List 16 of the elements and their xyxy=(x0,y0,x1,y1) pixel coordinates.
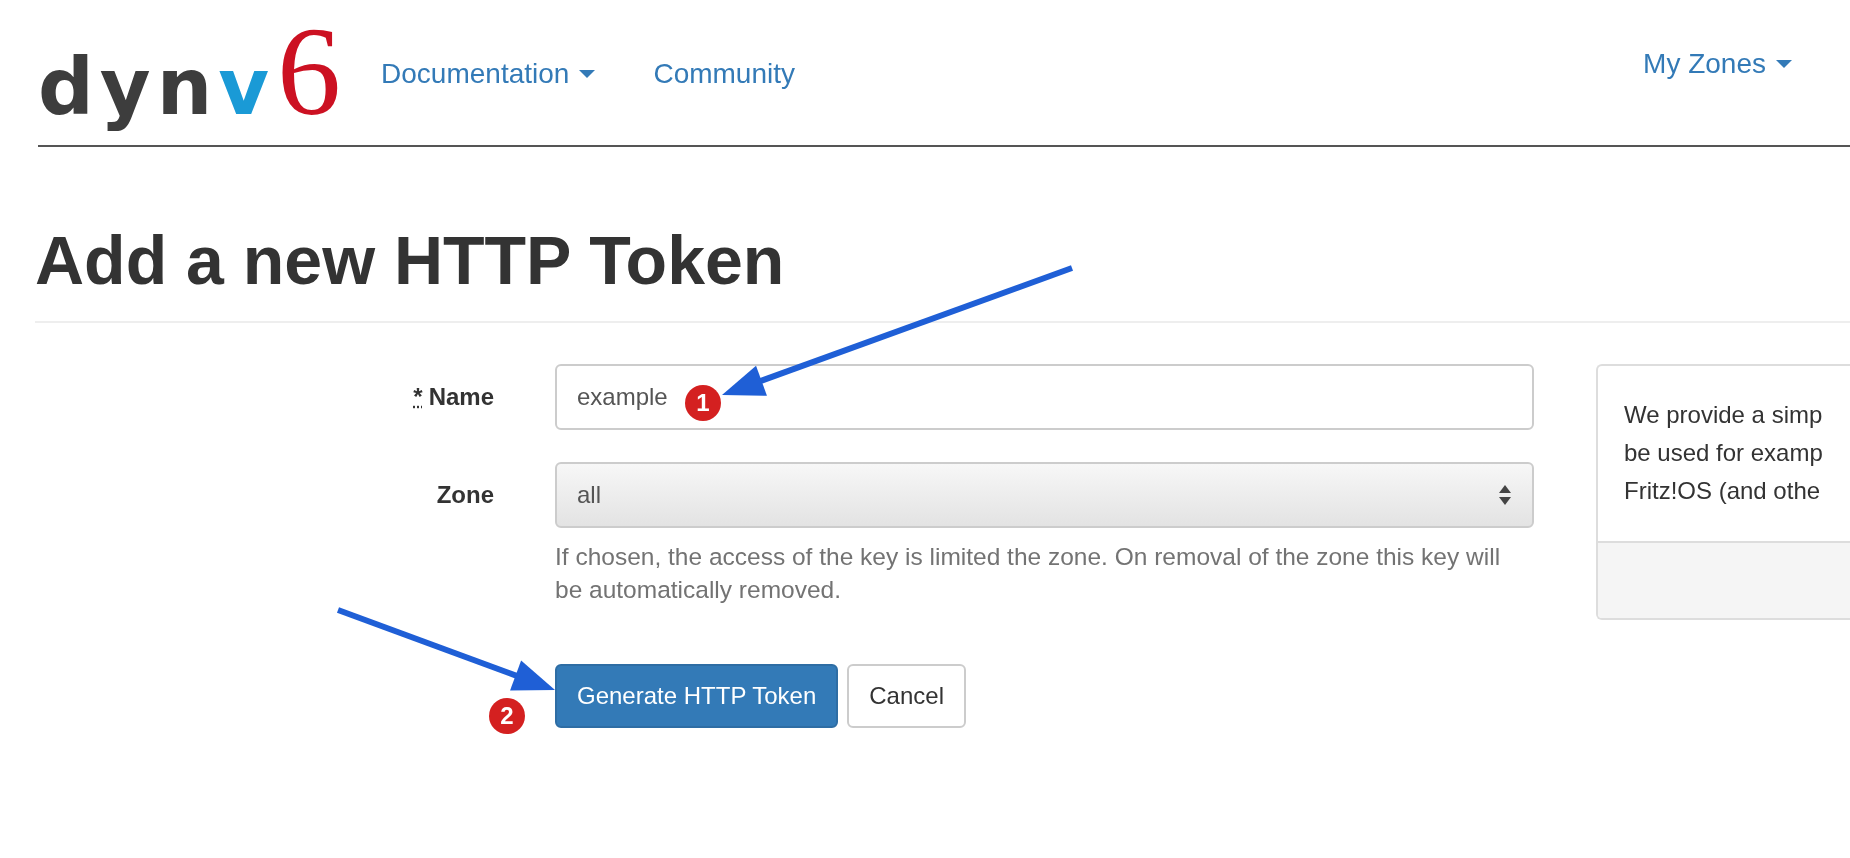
help-text: If chosen, the access of the key is limited the zone. On removal of the zone this key will be automatically removed. xyxy=(555,541,1502,605)
panel-text: Fritz!OS (and othe xyxy=(1624,475,1822,506)
generate-button[interactable]: Generate HTTP Token xyxy=(555,663,839,728)
field-label: Zone xyxy=(435,479,494,510)
page-title: Add a new HTTP Token xyxy=(35,223,1850,323)
logo[interactable]: dynv6 xyxy=(38,0,342,139)
field-label: * Name xyxy=(412,381,494,412)
panel-text: We provide a simp xyxy=(1624,399,1824,430)
zone-select[interactable]: all xyxy=(555,461,1534,528)
panel-text: be used for examp xyxy=(1624,437,1824,468)
step-badge: 1 xyxy=(685,385,721,421)
nav-link[interactable]: My Zones xyxy=(1643,48,1792,80)
nav-link[interactable]: Documentation xyxy=(381,58,596,90)
nav-link[interactable]: Community xyxy=(653,58,795,90)
cancel-button[interactable]: Cancel xyxy=(847,663,966,728)
step-badge: 2 xyxy=(489,698,525,734)
